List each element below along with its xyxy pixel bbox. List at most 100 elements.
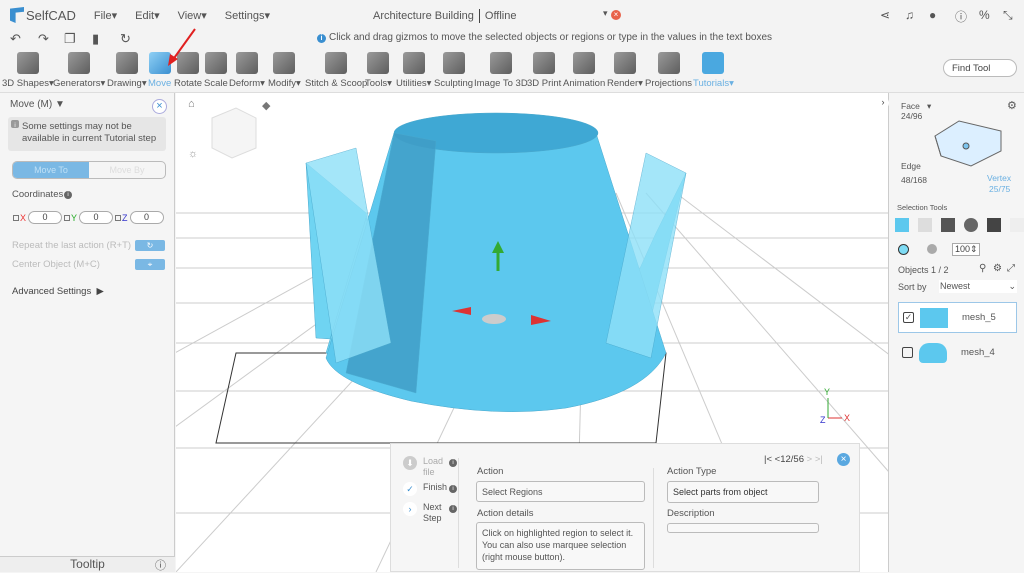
repeat-label: Repeat the last action (R+T) <box>12 240 132 251</box>
step-finish[interactable]: ✓ Finish <box>403 482 447 496</box>
select-plane-icon[interactable] <box>1010 218 1024 232</box>
tool-3d-shapes[interactable]: 3D Shapes▾ <box>2 50 54 89</box>
hint-text: i Click and drag gizmos to move the selec… <box>317 32 772 43</box>
menu-view[interactable]: View▾ <box>178 9 207 22</box>
fullscreen-icon[interactable]: ⤡ <box>1003 8 1013 23</box>
svg-text:X: X <box>844 413 850 423</box>
move-by-button[interactable]: Move By <box>89 162 165 178</box>
vertex-count: 25/75 <box>989 184 1011 194</box>
tool-stitch-scoop[interactable]: Stitch & Scoop <box>305 50 367 89</box>
panel-title[interactable]: Move (M) ▼ <box>10 99 65 110</box>
selfcad-logo[interactable]: SelfCAD <box>10 7 76 23</box>
z-input[interactable]: 0 <box>129 211 164 224</box>
svg-text:Z: Z <box>820 415 826 425</box>
move-mode-toggle: Move To Move By <box>12 161 166 179</box>
selection-tools <box>895 218 1024 232</box>
z-checkbox[interactable] <box>115 214 121 221</box>
object-item[interactable]: ✓ mesh_5 <box>898 302 1017 333</box>
select-edge-icon[interactable] <box>941 218 955 232</box>
x-checkbox[interactable] <box>13 214 19 221</box>
tool-render[interactable]: Render▾ <box>607 50 643 89</box>
select-object-icon[interactable] <box>895 218 909 232</box>
size-input[interactable]: 100⇕ <box>952 243 980 256</box>
collapse-icon[interactable]: › <box>877 97 889 109</box>
next-step-button[interactable]: > <box>807 454 813 465</box>
object-checkbox[interactable]: ✓ <box>903 312 914 323</box>
gear-icon[interactable]: ⚙ <box>993 263 1002 274</box>
tool-tutorials[interactable]: Tutorials▾ <box>693 50 734 89</box>
tool-drawing[interactable]: Drawing▾ <box>107 50 147 89</box>
dropdown-icon[interactable]: ▾ <box>603 8 608 19</box>
close-panel-button[interactable]: × <box>152 99 167 114</box>
close-tutorial-button[interactable]: × <box>837 453 850 466</box>
undo-icon[interactable]: ↶ <box>10 31 21 47</box>
tool-tools[interactable]: Tools▾ <box>365 50 392 89</box>
x-input[interactable]: 0 <box>28 211 63 224</box>
select-vertex-icon[interactable] <box>964 218 978 232</box>
copy-icon[interactable]: ❐ <box>64 31 76 47</box>
sort-select[interactable]: Newest ⌄ <box>939 280 1017 293</box>
first-step-button[interactable]: |< <box>764 454 772 465</box>
tool-image-to-3d[interactable]: Image To 3D <box>474 50 528 89</box>
step-load-file[interactable]: ⬇ Load file <box>403 456 445 478</box>
repeat-button[interactable]: ↻ <box>135 240 165 251</box>
main-toolbar: 3D Shapes▾ Generators▾ Drawing▾ Move Rot… <box>0 28 1024 93</box>
menu-file[interactable]: File▾ <box>94 9 117 22</box>
tool-utilities[interactable]: Utilities▾ <box>396 50 431 89</box>
object-checkbox[interactable] <box>902 347 913 358</box>
selection-tools-label: Selection Tools <box>897 203 948 212</box>
color-swatch[interactable] <box>898 244 909 255</box>
tutorial-note: i Some settings may not be available in c… <box>8 117 166 151</box>
action-details-label: Action details <box>477 508 534 519</box>
last-step-button[interactable]: >| <box>815 454 823 465</box>
step-next[interactable]: › Next Step <box>403 502 445 524</box>
refresh-icon[interactable]: ↻ <box>120 31 131 47</box>
action-field: Select Regions <box>476 481 645 502</box>
y-input[interactable]: 0 <box>79 211 114 224</box>
info-icon[interactable]: ⓘ <box>955 8 967 25</box>
tool-deform[interactable]: Deform▾ <box>229 50 265 89</box>
share-icon[interactable]: ⋖ <box>880 8 890 22</box>
sort-by-label: Sort by <box>898 282 927 292</box>
find-tool-input[interactable]: Find Tool <box>943 59 1017 77</box>
tool-sculpting[interactable]: Sculpting <box>434 50 473 89</box>
percent-icon[interactable]: % <box>979 8 990 22</box>
texture-icon[interactable] <box>927 244 937 254</box>
redo-icon[interactable]: ↷ <box>38 31 49 47</box>
tooltip-bar[interactable]: Tooltip ⓘ <box>0 556 175 572</box>
selection-mode-cube[interactable] <box>931 111 1011 171</box>
delete-icon[interactable]: ▮ <box>92 31 99 47</box>
object-item[interactable]: mesh_4 <box>898 337 1017 368</box>
y-checkbox[interactable] <box>64 214 70 221</box>
tutorial-panel: ⬇ Load file ✓ Finish › Next Step i i i Acti… <box>390 443 860 572</box>
menu-edit[interactable]: Edit▾ <box>135 9 159 22</box>
edge-mode[interactable]: Edge <box>901 161 921 171</box>
info-icon[interactable]: i <box>64 191 72 199</box>
menu-settings[interactable]: Settings▾ <box>225 9 270 22</box>
tool-projections[interactable]: Projections <box>645 50 692 89</box>
vertex-mode[interactable]: Vertex <box>987 173 1011 183</box>
select-face-icon[interactable] <box>918 218 932 232</box>
user-icon[interactable]: ● <box>929 8 936 22</box>
action-label: Action <box>477 466 504 477</box>
info-icon: i <box>449 505 457 513</box>
tool-scale[interactable]: Scale <box>204 50 228 89</box>
select-half-icon[interactable] <box>987 218 1001 232</box>
advanced-settings[interactable]: Advanced Settings ▶ <box>12 286 104 297</box>
info-icon: i <box>449 485 457 493</box>
tool-animation[interactable]: Animation <box>563 50 605 89</box>
center-button[interactable]: ⌖ <box>135 259 165 270</box>
move-to-button[interactable]: Move To <box>13 162 89 178</box>
tool-3d-print[interactable]: 3D Print <box>527 50 561 89</box>
document-title[interactable]: Architecture Building Offline <box>373 9 516 23</box>
info-icon: i <box>11 120 19 129</box>
description-field <box>667 523 819 533</box>
expand-icon[interactable]: ⤢ <box>1007 263 1015 274</box>
tool-generators[interactable]: Generators▾ <box>53 50 105 89</box>
mesh-5 <box>305 112 687 412</box>
close-icon[interactable]: × <box>611 10 621 20</box>
bell-icon[interactable]: ♫ <box>905 8 914 22</box>
search-icon[interactable]: ⚲ <box>979 263 986 274</box>
tool-modify[interactable]: Modify▾ <box>268 50 301 89</box>
status-text: Offline <box>484 9 517 22</box>
